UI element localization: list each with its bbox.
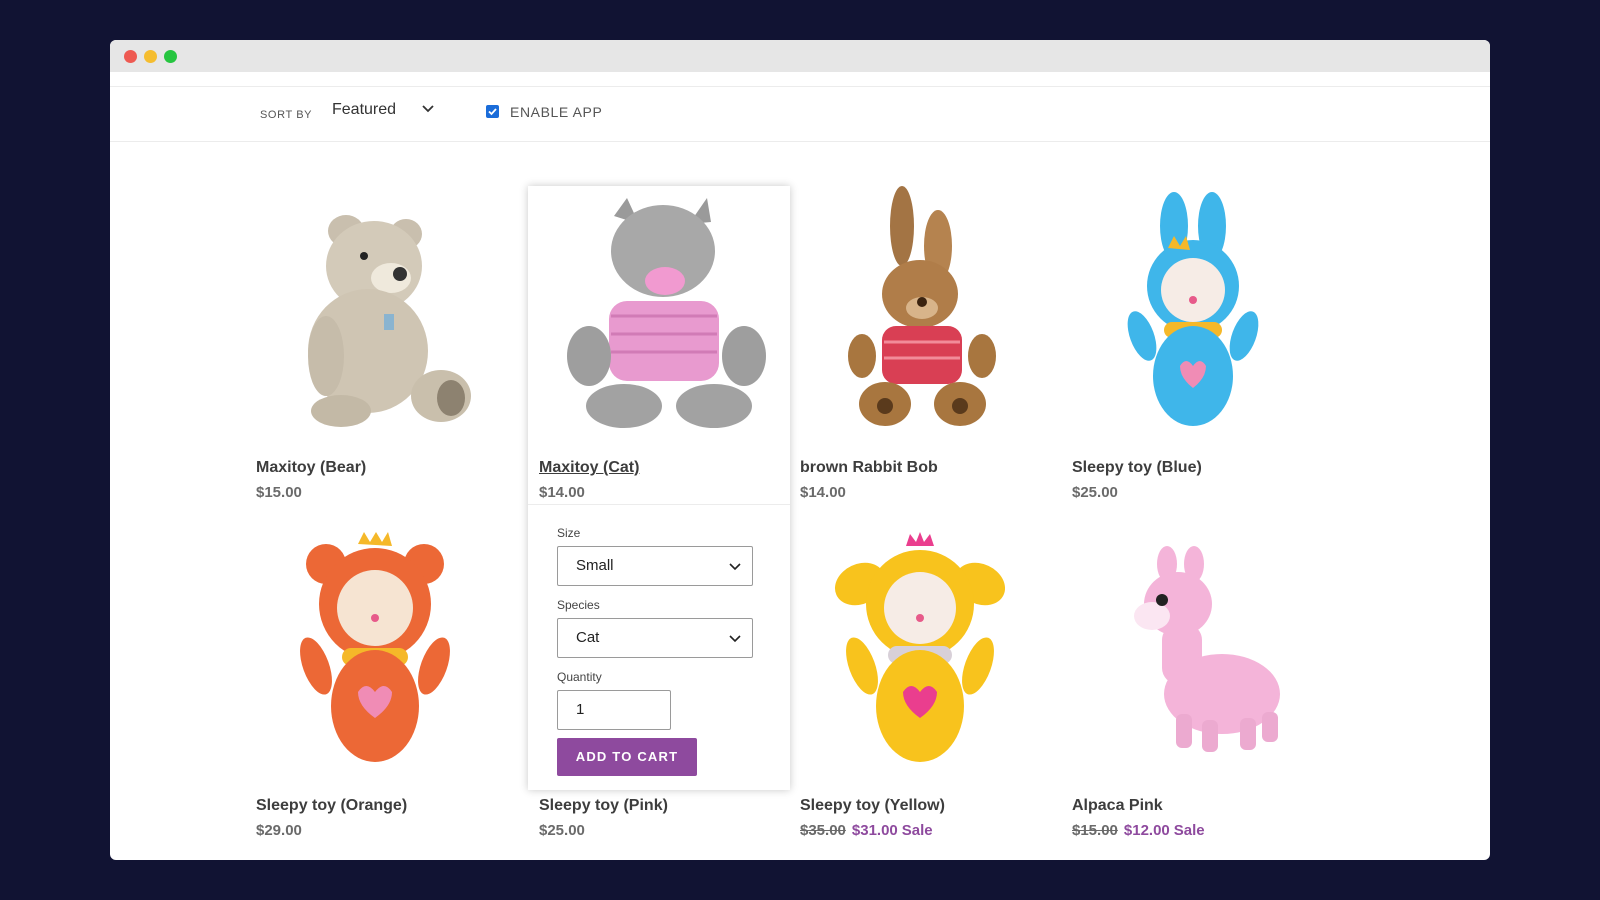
product-price: $15.00 $12.00 Sale xyxy=(1072,822,1205,839)
collection-toolbar: SORT BY Featured ENABLE APP xyxy=(110,86,1490,142)
size-select[interactable]: Small xyxy=(557,546,753,586)
quick-view-divider xyxy=(528,504,790,505)
product-price: $25.00 xyxy=(539,822,585,839)
product-price: $15.00 xyxy=(256,484,302,501)
minimize-window-button[interactable] xyxy=(144,50,157,63)
product-name[interactable]: brown Rabbit Bob xyxy=(800,459,938,477)
sale-badge: Sale xyxy=(1173,822,1205,839)
product-name[interactable]: Sleepy toy (Pink) xyxy=(539,797,668,815)
species-label: Species xyxy=(557,598,600,612)
species-value: Cat xyxy=(576,629,600,646)
quantity-label: Quantity xyxy=(557,670,602,684)
checkmark-icon xyxy=(488,108,497,116)
sleepy-toy-yellow-image[interactable] xyxy=(800,524,1040,774)
product-name[interactable]: Sleepy toy (Blue) xyxy=(1072,459,1202,477)
sale-badge: Sale xyxy=(901,822,933,839)
sleepy-toy-orange-image[interactable] xyxy=(256,524,496,774)
species-select[interactable]: Cat xyxy=(557,618,753,658)
alpaca-pink-image[interactable] xyxy=(1072,524,1312,774)
product-price: $25.00 xyxy=(1072,484,1118,501)
enable-app-label: ENABLE APP xyxy=(510,104,603,120)
product-name-link[interactable]: Maxitoy (Cat) xyxy=(539,459,639,477)
product-name[interactable]: Maxitoy (Bear) xyxy=(256,459,366,477)
quantity-value: 1 xyxy=(576,701,585,718)
product-price: $14.00 xyxy=(539,484,585,501)
product-name[interactable]: Alpaca Pink xyxy=(1072,797,1163,815)
product-price: $35.00 $31.00 Sale xyxy=(800,822,933,839)
size-label: Size xyxy=(557,526,581,540)
chevron-down-icon xyxy=(729,563,741,571)
enable-app-checkbox[interactable] xyxy=(486,105,499,118)
sort-by-label: SORT BY xyxy=(260,109,313,121)
sleepy-toy-blue-image[interactable] xyxy=(1072,186,1312,436)
chevron-down-icon[interactable] xyxy=(420,101,436,117)
close-window-button[interactable] xyxy=(124,50,137,63)
product-name[interactable]: Sleepy toy (Orange) xyxy=(256,797,407,815)
product-price: $14.00 xyxy=(800,484,846,501)
product-price: $29.00 xyxy=(256,822,302,839)
quantity-input[interactable]: 1 xyxy=(557,690,671,730)
gray-cat-image[interactable] xyxy=(539,186,779,436)
brown-rabbit-image[interactable] xyxy=(800,186,1040,436)
chevron-down-icon xyxy=(729,635,741,643)
original-price: $35.00 xyxy=(800,822,846,839)
sale-price: $31.00 xyxy=(851,822,898,839)
teddy-bear-image[interactable] xyxy=(256,186,496,436)
add-to-cart-button[interactable]: ADD TO CART xyxy=(557,738,697,776)
product-name[interactable]: Sleepy toy (Yellow) xyxy=(800,797,945,815)
quick-view-card[interactable]: Maxitoy (Cat) $14.00 Size Small Species … xyxy=(528,186,790,790)
maximize-window-button[interactable] xyxy=(164,50,177,63)
title-bar xyxy=(110,40,1490,72)
size-value: Small xyxy=(576,557,614,574)
browser-window: SORT BY Featured ENABLE APP Maxitoy (Bea… xyxy=(110,40,1490,860)
original-price: $15.00 xyxy=(1072,822,1118,839)
sort-select[interactable]: Featured xyxy=(332,101,396,119)
sale-price: $12.00 xyxy=(1123,822,1170,839)
